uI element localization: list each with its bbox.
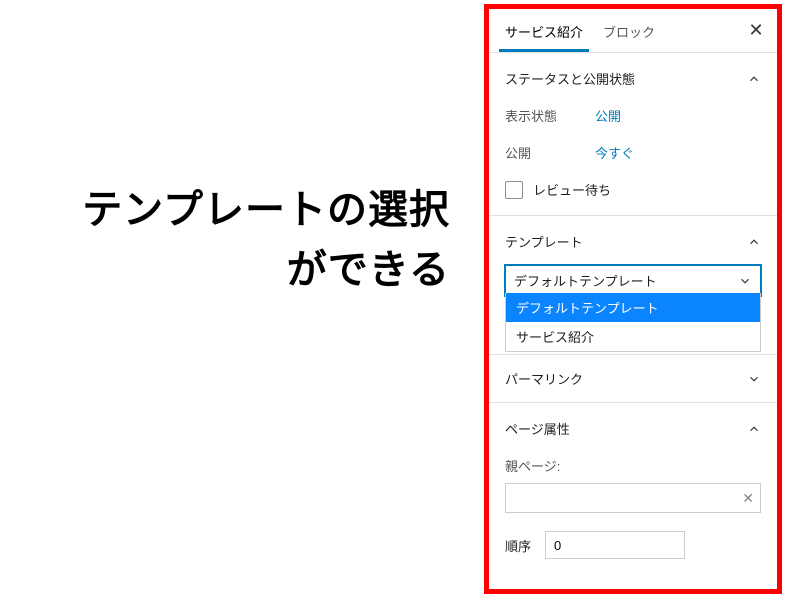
template-option-service[interactable]: サービス紹介 xyxy=(506,322,760,351)
annotation-line1: テンプレートの選択 xyxy=(30,180,450,240)
permalink-section-header[interactable]: パーマリンク xyxy=(505,369,761,388)
template-option-default[interactable]: デフォルトテンプレート xyxy=(506,293,760,322)
order-input[interactable] xyxy=(545,531,685,559)
chevron-up-icon xyxy=(747,72,761,86)
clear-icon[interactable]: ✕ xyxy=(742,490,754,507)
tab-block[interactable]: ブロック xyxy=(593,10,665,51)
annotation-text: テンプレートの選択 ができる xyxy=(30,180,450,300)
highlight-frame: サービス紹介 ブロック ✕ ステータスと公開状態 表示状態 公開 公開 xyxy=(484,4,782,594)
parent-page-input[interactable]: ✕ xyxy=(505,483,761,513)
order-row: 順序 xyxy=(505,531,761,559)
order-label: 順序 xyxy=(505,536,531,555)
review-label: レビュー待ち xyxy=(533,180,611,199)
status-section-title: ステータスと公開状態 xyxy=(505,69,635,88)
template-select-value: デフォルトテンプレート xyxy=(514,271,657,290)
visibility-label: 表示状態 xyxy=(505,106,595,125)
permalink-section: パーマリンク xyxy=(489,355,777,403)
chevron-up-icon xyxy=(747,422,761,436)
tab-service[interactable]: サービス紹介 xyxy=(495,10,593,51)
review-row: レビュー待ち xyxy=(505,180,761,199)
template-section-header[interactable]: テンプレート xyxy=(505,232,761,251)
annotation-line2: ができる xyxy=(30,240,450,300)
close-icon: ✕ xyxy=(748,20,763,41)
template-section-title: テンプレート xyxy=(505,232,583,251)
template-select-wrapper: デフォルトテンプレート デフォルトテンプレート サービス紹介 xyxy=(505,265,761,296)
page-attr-body: 親ページ: ✕ 順序 xyxy=(505,438,761,559)
publish-row: 公開 今すぐ xyxy=(505,143,761,162)
visibility-row: 表示状態 公開 xyxy=(505,106,761,125)
review-checkbox[interactable] xyxy=(505,181,523,199)
page-attr-section-title: ページ属性 xyxy=(505,419,570,438)
publish-label: 公開 xyxy=(505,143,595,162)
status-section: ステータスと公開状態 表示状態 公開 公開 今すぐ レビュー待ち xyxy=(489,53,777,216)
page-attr-section-header[interactable]: ページ属性 xyxy=(505,419,761,438)
chevron-up-icon xyxy=(747,235,761,249)
permalink-section-title: パーマリンク xyxy=(505,369,583,388)
template-select[interactable]: デフォルトテンプレート xyxy=(505,265,761,296)
chevron-down-icon xyxy=(747,372,761,386)
status-section-header[interactable]: ステータスと公開状態 xyxy=(505,69,761,88)
template-section: テンプレート デフォルトテンプレート デフォルトテンプレート サービス紹介 xyxy=(489,216,777,355)
chevron-down-icon xyxy=(738,274,752,288)
template-dropdown: デフォルトテンプレート サービス紹介 xyxy=(505,293,761,352)
panel-tabs: サービス紹介 ブロック ✕ xyxy=(489,9,777,53)
parent-page-label: 親ページ: xyxy=(505,456,761,475)
page-attributes-section: ページ属性 親ページ: ✕ 順序 xyxy=(489,403,777,575)
publish-value[interactable]: 今すぐ xyxy=(595,143,634,162)
status-section-body: 表示状態 公開 公開 今すぐ レビュー待ち xyxy=(505,88,761,199)
visibility-value[interactable]: 公開 xyxy=(595,106,621,125)
close-panel-button[interactable]: ✕ xyxy=(741,16,771,46)
settings-panel: サービス紹介 ブロック ✕ ステータスと公開状態 表示状態 公開 公開 xyxy=(489,9,777,589)
